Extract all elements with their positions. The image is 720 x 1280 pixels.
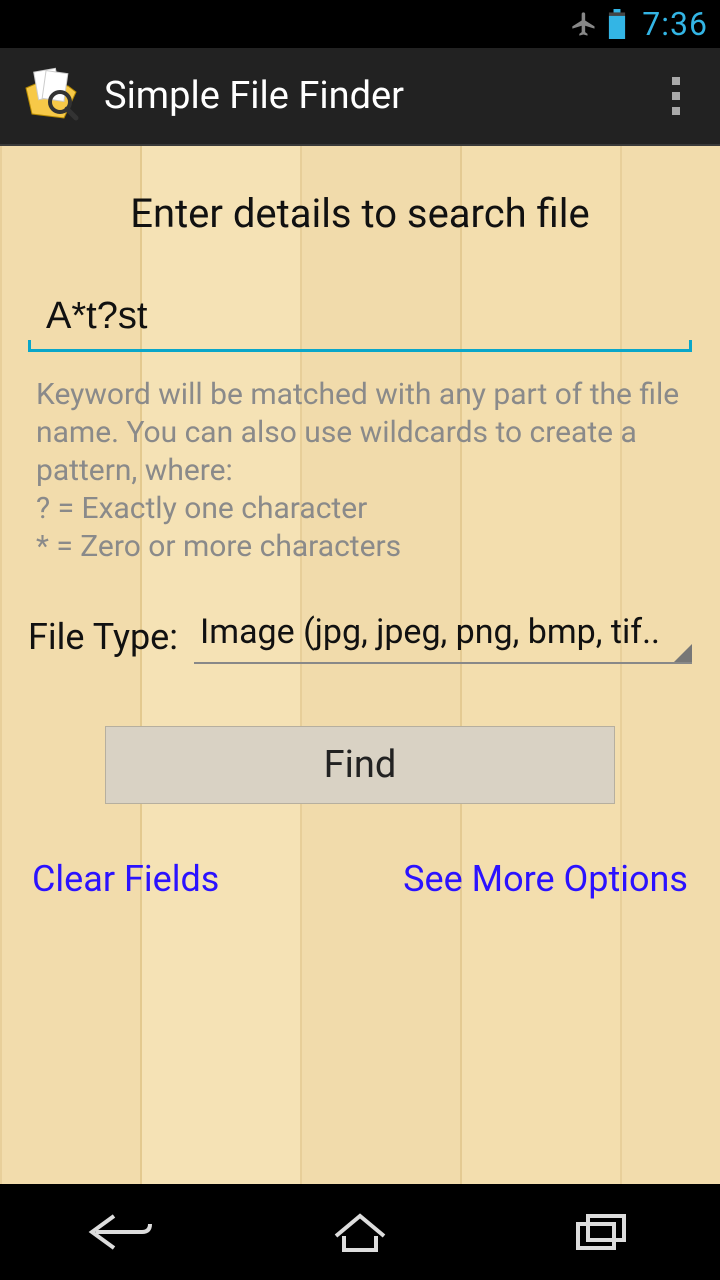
file-type-spinner[interactable]: Image (jpg, jpeg, png, bmp, tif.. [194, 608, 692, 664]
home-icon [330, 1208, 390, 1256]
status-bar: 7:36 [0, 0, 720, 48]
action-bar: Simple File Finder [0, 48, 720, 146]
file-type-label: File Type: [28, 616, 178, 664]
page-heading: Enter details to search file [28, 190, 692, 237]
overflow-menu-button[interactable] [652, 68, 700, 124]
recents-icon [570, 1208, 630, 1256]
clear-fields-link[interactable]: Clear Fields [32, 858, 219, 900]
dropdown-indicator-icon [674, 644, 692, 662]
main-content: Enter details to search file Keyword wil… [0, 146, 720, 1184]
find-button[interactable]: Find [105, 726, 615, 804]
file-type-row: File Type: Image (jpg, jpeg, png, bmp, t… [28, 608, 692, 664]
back-icon [84, 1208, 156, 1256]
recents-button[interactable] [540, 1202, 660, 1262]
navigation-bar [0, 1184, 720, 1280]
search-field-wrap [28, 289, 692, 352]
home-button[interactable] [300, 1202, 420, 1262]
app-title: Simple File Finder [104, 74, 652, 118]
helper-text: Keyword will be matched with any part of… [36, 376, 684, 566]
clock-time: 7:36 [642, 5, 708, 43]
app-icon [20, 64, 84, 128]
battery-icon [608, 9, 626, 39]
airplane-mode-icon [570, 10, 598, 38]
file-type-value: Image (jpg, jpeg, png, bmp, tif.. [200, 612, 660, 652]
back-button[interactable] [60, 1202, 180, 1262]
links-row: Clear Fields See More Options [32, 858, 688, 900]
more-vert-icon [672, 77, 680, 115]
search-input[interactable] [28, 289, 692, 352]
see-more-options-link[interactable]: See More Options [403, 858, 688, 900]
